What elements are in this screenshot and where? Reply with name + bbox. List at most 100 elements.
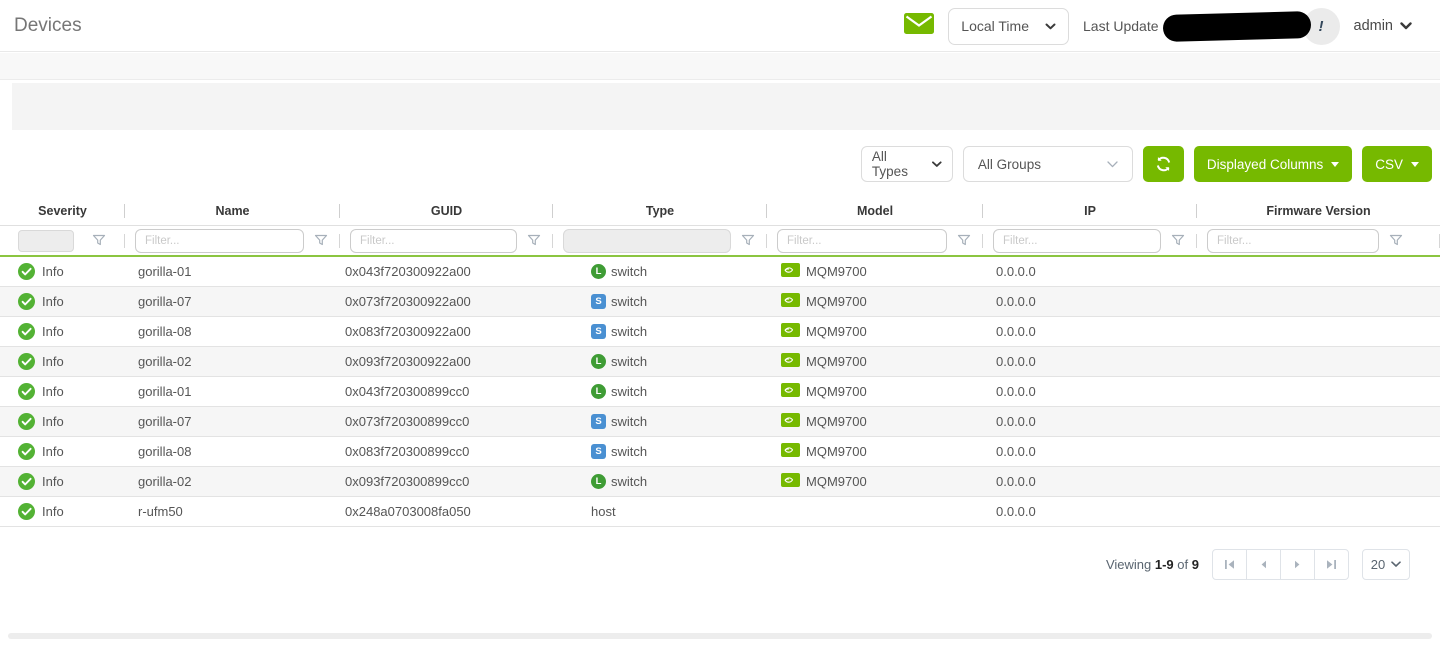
user-menu[interactable]: admin — [1354, 18, 1413, 34]
column-header-type[interactable]: Type — [553, 196, 767, 225]
firmware-cell — [1197, 377, 1440, 406]
prev-page-button[interactable] — [1246, 549, 1281, 580]
ip-cell: 0.0.0.0 — [983, 257, 1197, 286]
severity-info-icon — [18, 383, 35, 400]
model-filter-input[interactable] — [777, 229, 947, 253]
first-page-button[interactable] — [1212, 549, 1247, 580]
severity-info-icon — [18, 263, 35, 280]
firmware-cell — [1197, 317, 1440, 346]
severity-cell: Info — [0, 377, 125, 406]
funnel-filter-icon[interactable] — [314, 234, 328, 247]
types-filter-select[interactable]: All Types — [861, 146, 953, 182]
table-row[interactable]: Info gorilla-07 0x073f720300899cc0 S swi… — [0, 407, 1440, 437]
chevron-down-icon — [1391, 561, 1401, 568]
devices-page: Devices Local Time Last Update ! admin A… — [0, 0, 1440, 656]
nvidia-model-icon — [781, 263, 800, 280]
guid-filter-input[interactable] — [350, 229, 517, 253]
type-cell: L switch — [553, 467, 767, 496]
last-page-button[interactable] — [1314, 549, 1349, 580]
guid-cell: 0x073f720300899cc0 — [340, 407, 553, 436]
name-cell: gorilla-01 — [125, 377, 340, 406]
table-row[interactable]: Info gorilla-07 0x073f720300922a00 S swi… — [0, 287, 1440, 317]
funnel-filter-icon[interactable] — [1171, 234, 1185, 247]
table-row[interactable]: Info gorilla-08 0x083f720300899cc0 S swi… — [0, 437, 1440, 467]
severity-label: Info — [42, 414, 64, 429]
type-cell: L switch — [553, 377, 767, 406]
nvidia-model-icon — [781, 293, 800, 310]
csv-export-button[interactable]: CSV — [1362, 146, 1432, 182]
guid-filter-cell — [340, 226, 553, 255]
firmware-filter-input[interactable] — [1207, 229, 1379, 253]
severity-filter-cell — [0, 226, 125, 255]
mail-icon[interactable] — [904, 13, 934, 39]
name-cell: gorilla-02 — [125, 347, 340, 376]
timezone-select[interactable]: Local Time — [948, 8, 1069, 45]
table-filter-row — [0, 226, 1440, 257]
funnel-filter-icon[interactable] — [1389, 234, 1403, 247]
model-cell: MQM9700 — [767, 377, 983, 406]
severity-label: Info — [42, 354, 64, 369]
severity-label: Info — [42, 384, 64, 399]
column-header-model[interactable]: Model — [767, 196, 983, 225]
table-row[interactable]: Info gorilla-01 0x043f720300899cc0 L swi… — [0, 377, 1440, 407]
next-page-button[interactable] — [1280, 549, 1315, 580]
column-header-severity[interactable]: Severity — [0, 196, 125, 225]
type-cell: S switch — [553, 287, 767, 316]
guid-cell: 0x248a0703008fa050 — [340, 497, 553, 526]
redaction-blob — [1162, 11, 1311, 42]
refresh-icon — [1155, 156, 1172, 172]
funnel-filter-icon[interactable] — [741, 234, 755, 247]
type-cell: S switch — [553, 437, 767, 466]
severity-info-icon — [18, 293, 35, 310]
viewing-range: 1-9 — [1155, 557, 1174, 572]
table-row[interactable]: Info gorilla-08 0x083f720300922a00 S swi… — [0, 317, 1440, 347]
nvidia-model-icon — [781, 443, 800, 460]
firmware-filter-cell — [1197, 226, 1440, 255]
model-cell — [767, 497, 983, 526]
funnel-filter-icon[interactable] — [527, 234, 541, 247]
model-cell: MQM9700 — [767, 317, 983, 346]
table-row[interactable]: Info gorilla-01 0x043f720300922a00 L swi… — [0, 257, 1440, 287]
type-badge: S — [591, 294, 606, 309]
ip-cell: 0.0.0.0 — [983, 467, 1197, 496]
horizontal-scrollbar[interactable] — [8, 633, 1432, 639]
ip-cell: 0.0.0.0 — [983, 407, 1197, 436]
table-row[interactable]: Info gorilla-02 0x093f720300899cc0 L swi… — [0, 467, 1440, 497]
table-row[interactable]: Info gorilla-02 0x093f720300922a00 L swi… — [0, 347, 1440, 377]
name-filter-input[interactable] — [135, 229, 304, 253]
funnel-filter-icon[interactable] — [92, 234, 106, 247]
nvidia-model-icon — [781, 323, 800, 340]
refresh-button[interactable] — [1143, 146, 1184, 182]
column-header-guid[interactable]: GUID — [340, 196, 553, 225]
groups-filter-select[interactable]: All Groups — [963, 146, 1133, 182]
severity-label: Info — [42, 504, 64, 519]
guid-cell: 0x093f720300922a00 — [340, 347, 553, 376]
severity-info-icon — [18, 473, 35, 490]
severity-info-icon — [18, 503, 35, 520]
type-cell: L switch — [553, 257, 767, 286]
pagination: Viewing 1-9 of 9 20 — [1106, 549, 1410, 580]
type-cell: L switch — [553, 347, 767, 376]
types-filter-value: All Types — [872, 149, 924, 179]
firmware-cell — [1197, 437, 1440, 466]
firmware-cell — [1197, 467, 1440, 496]
table-toolbar: All Types All Groups Displayed Columns C… — [861, 146, 1432, 182]
type-badge: S — [591, 324, 606, 339]
severity-cell: Info — [0, 467, 125, 496]
severity-cell: Info — [0, 257, 125, 286]
column-header-firmware[interactable]: Firmware Version — [1197, 196, 1440, 225]
page-size-select[interactable]: 20 — [1362, 549, 1410, 580]
severity-filter-select[interactable] — [18, 230, 74, 252]
column-header-name[interactable]: Name — [125, 196, 340, 225]
column-header-ip[interactable]: IP — [983, 196, 1197, 225]
displayed-columns-button[interactable]: Displayed Columns — [1194, 146, 1352, 182]
sub-header-band — [0, 53, 1440, 80]
guid-cell: 0x043f720300922a00 — [340, 257, 553, 286]
funnel-filter-icon[interactable] — [957, 234, 971, 247]
ip-filter-input[interactable] — [993, 229, 1161, 253]
name-cell: gorilla-02 — [125, 467, 340, 496]
type-filter-select[interactable] — [563, 229, 731, 253]
page-size-value: 20 — [1371, 557, 1385, 572]
table-row[interactable]: Info r-ufm50 0x248a0703008fa050 host 0.0… — [0, 497, 1440, 527]
model-cell: MQM9700 — [767, 407, 983, 436]
